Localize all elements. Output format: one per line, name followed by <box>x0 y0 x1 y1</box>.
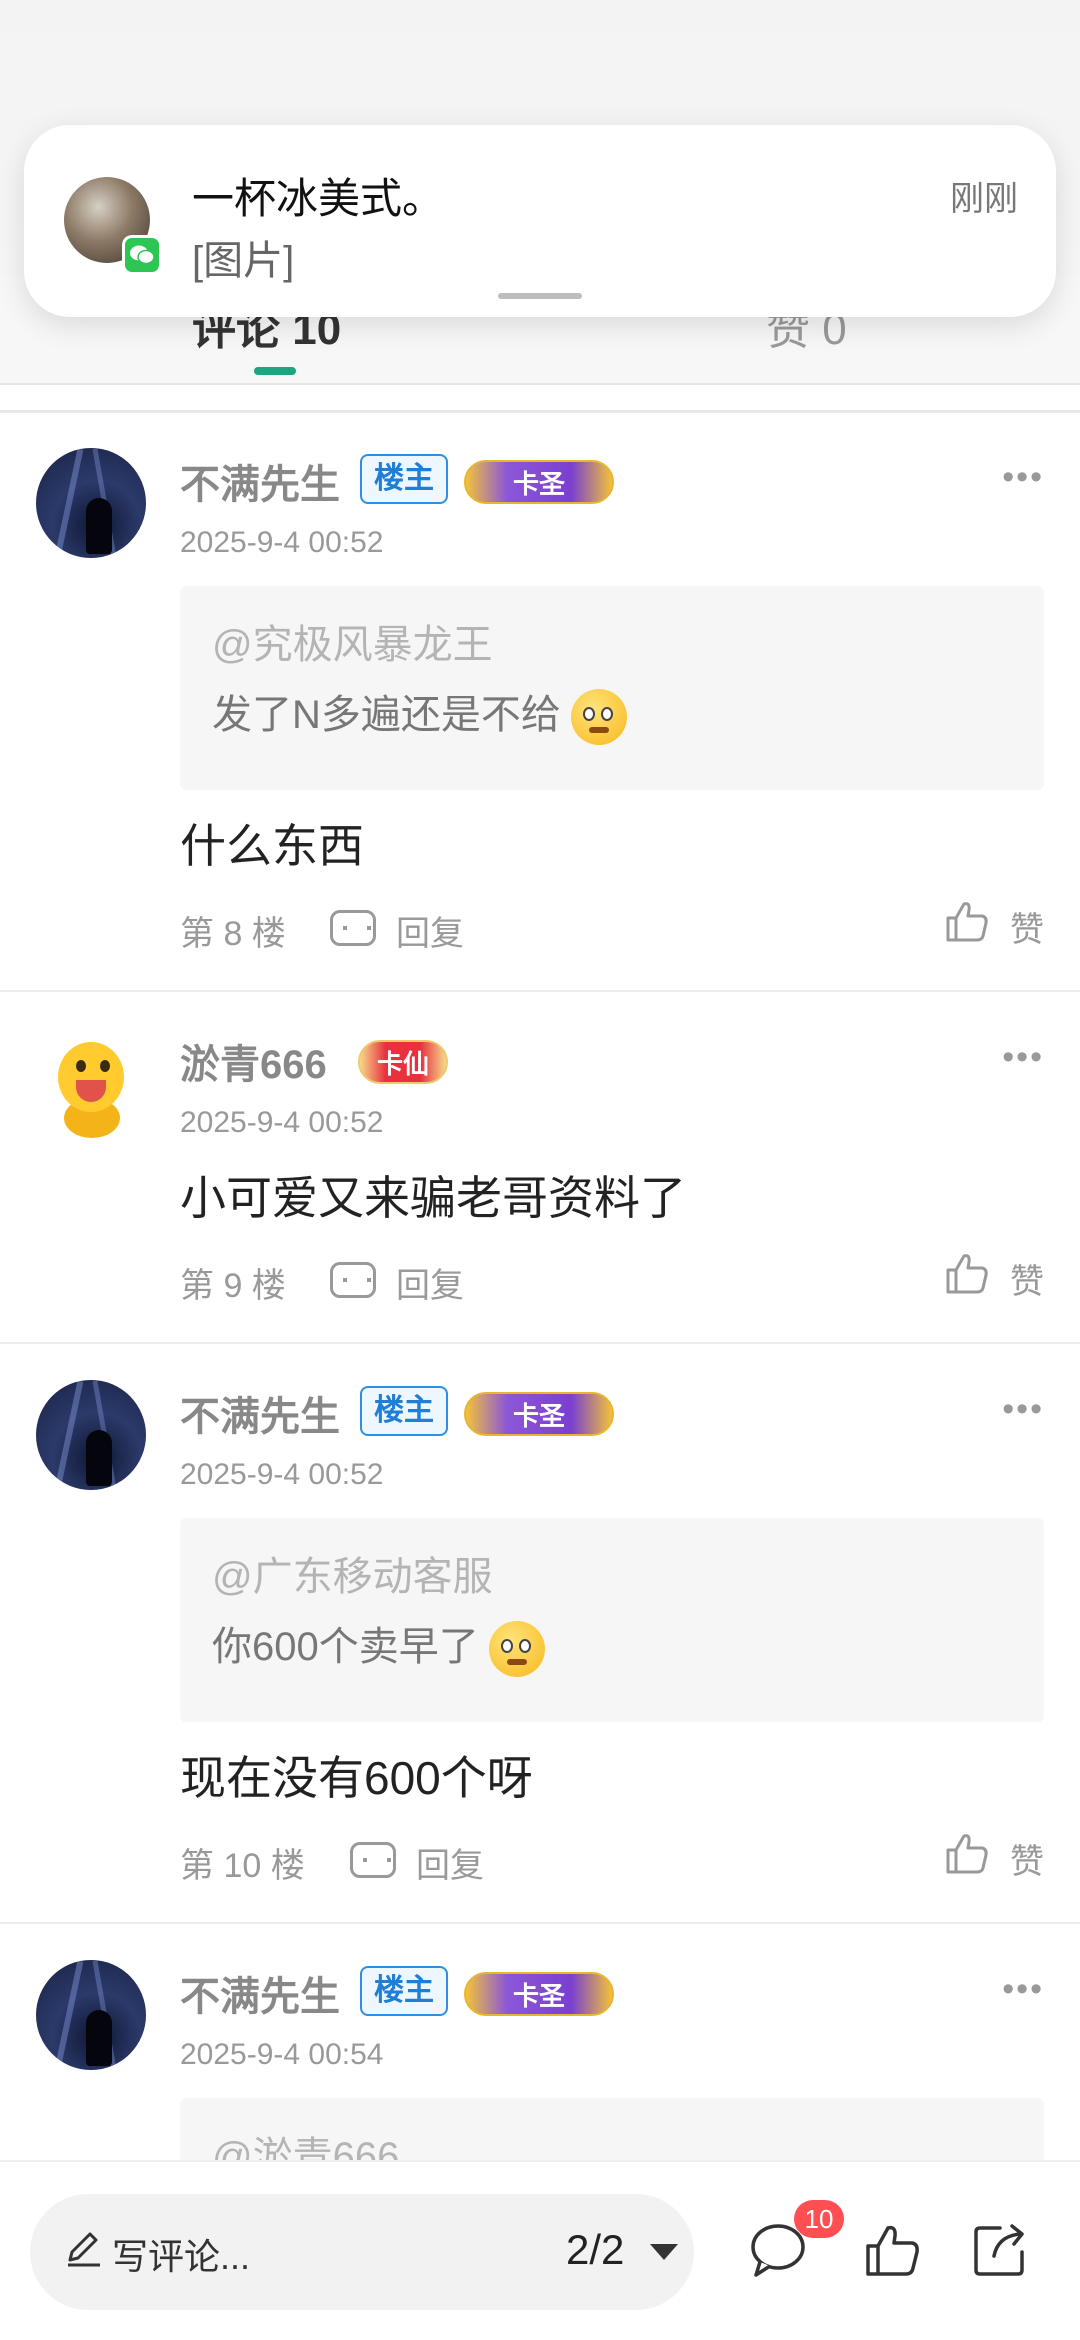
divider <box>0 1922 1080 1924</box>
comment-time: 2025-9-4 00:54 <box>180 2038 384 2071</box>
tab-active-indicator <box>254 367 296 375</box>
page-indicator[interactable]: 2/2 <box>566 2226 624 2274</box>
rank-badge: 卡圣 <box>464 460 614 504</box>
comment-count-badge: 10 <box>794 2200 844 2238</box>
reply-button[interactable]: 回复 <box>396 1258 464 1307</box>
rank-badge: 卡圣 <box>464 1972 614 2016</box>
floor-number: 第 8 楼 <box>180 915 286 953</box>
reply-icon[interactable] <box>350 1842 396 1878</box>
floor-number: 第 9 楼 <box>180 1267 286 1305</box>
quoted-text: 发了N多遍还是不给 <box>212 682 627 746</box>
owner-badge: 楼主 <box>360 1386 448 1436</box>
quoted-reply: @淤青666 <box>180 2098 1044 2160</box>
pencil-icon <box>68 2232 100 2267</box>
reply-icon[interactable] <box>330 910 376 946</box>
comment-time: 2025-9-4 00:52 <box>180 1458 384 1491</box>
drag-handle[interactable] <box>498 293 582 299</box>
thumbs-up-icon[interactable] <box>944 1250 990 1296</box>
thumbs-up-icon[interactable] <box>944 898 990 944</box>
reply-button[interactable]: 回复 <box>416 1838 484 1887</box>
notification-banner[interactable]: 一杯冰美式。 [图片] 刚刚 <box>24 125 1056 317</box>
avatar[interactable] <box>36 448 146 558</box>
thumbs-up-icon[interactable] <box>944 1830 990 1876</box>
comment-item: 不满先生 楼主 卡圣 ••• 2025-9-4 00:52 @广东移动客服 你6… <box>0 1380 1080 1920</box>
comment-text: 什么东西 <box>180 820 364 872</box>
quoted-user[interactable]: @究极风暴龙王 <box>212 612 493 670</box>
write-comment-placeholder: 写评论... <box>112 2236 251 2277</box>
rank-badge: 卡圣 <box>464 1392 614 1436</box>
notification-body: [图片] <box>192 239 295 283</box>
avatar[interactable] <box>36 1380 146 1490</box>
username[interactable]: 不满先生 <box>180 452 340 510</box>
more-options-icon[interactable]: ••• <box>1002 458 1044 497</box>
avatar[interactable] <box>36 1960 146 2070</box>
reply-icon[interactable] <box>330 1262 376 1298</box>
avatar[interactable] <box>36 1028 146 1138</box>
write-comment-input[interactable]: 写评论... 2/2 <box>30 2194 694 2310</box>
comment-text: 小可爱又来骗老哥资料了 <box>180 1172 686 1224</box>
comment-page: 评论 10 赞 0 一杯冰美式。 [图片] 刚刚 不满先生 楼主 卡圣 ••• … <box>0 0 1080 2340</box>
notification-time: 刚刚 <box>950 180 1018 218</box>
thumbs-up-icon[interactable] <box>862 2220 922 2280</box>
quoted-user[interactable]: @广东移动客服 <box>212 1544 493 1602</box>
rank-badge: 卡仙 <box>358 1040 448 1084</box>
like-button[interactable]: 赞 <box>1010 1254 1044 1303</box>
like-button[interactable]: 赞 <box>1010 1834 1044 1883</box>
sweating-emoji-icon <box>488 1621 545 1678</box>
like-button[interactable]: 赞 <box>1010 902 1044 951</box>
more-options-icon[interactable]: ••• <box>1002 1970 1044 2009</box>
divider <box>0 1342 1080 1344</box>
crying-emoji-icon <box>570 689 627 746</box>
wechat-icon <box>122 235 162 275</box>
notification-title: 一杯冰美式。 <box>192 175 445 222</box>
owner-badge: 楼主 <box>360 454 448 504</box>
floor-number: 第 10 楼 <box>180 1847 305 1885</box>
more-options-icon[interactable]: ••• <box>1002 1038 1044 1077</box>
comment-item: 不满先生 楼主 卡圣 ••• 2025-9-4 00:52 @究极风暴龙王 发了… <box>0 448 1080 988</box>
share-icon[interactable] <box>970 2220 1030 2280</box>
quoted-reply: @广东移动客服 你600个卖早了 <box>180 1518 1044 1722</box>
quoted-reply: @究极风暴龙王 发了N多遍还是不给 <box>180 586 1044 790</box>
bottom-bar: 写评论... 2/2 10 <box>0 2160 1080 2340</box>
divider <box>0 990 1080 992</box>
quoted-user[interactable]: @淤青666 <box>212 2124 399 2160</box>
username[interactable]: 淤青666 <box>180 1032 327 1090</box>
comment-text: 现在没有600个呀 <box>180 1752 533 1804</box>
comment-time: 2025-9-4 00:52 <box>180 1106 384 1139</box>
comment-time: 2025-9-4 00:52 <box>180 526 384 559</box>
reply-button[interactable]: 回复 <box>396 906 464 955</box>
comment-item: 淤青666 卡仙 ••• 2025-9-4 00:52 小可爱又来骗老哥资料了 … <box>0 1028 1080 1338</box>
owner-badge: 楼主 <box>360 1966 448 2016</box>
comment-item: 不满先生 楼主 卡圣 ••• 2025-9-4 00:54 @淤青666 <box>0 1960 1080 2160</box>
more-options-icon[interactable]: ••• <box>1002 1390 1044 1429</box>
quoted-text: 你600个卖早了 <box>212 1614 545 1678</box>
username[interactable]: 不满先生 <box>180 1964 340 2022</box>
divider <box>0 410 1080 413</box>
chevron-down-icon[interactable] <box>650 2244 678 2260</box>
username[interactable]: 不满先生 <box>180 1384 340 1442</box>
